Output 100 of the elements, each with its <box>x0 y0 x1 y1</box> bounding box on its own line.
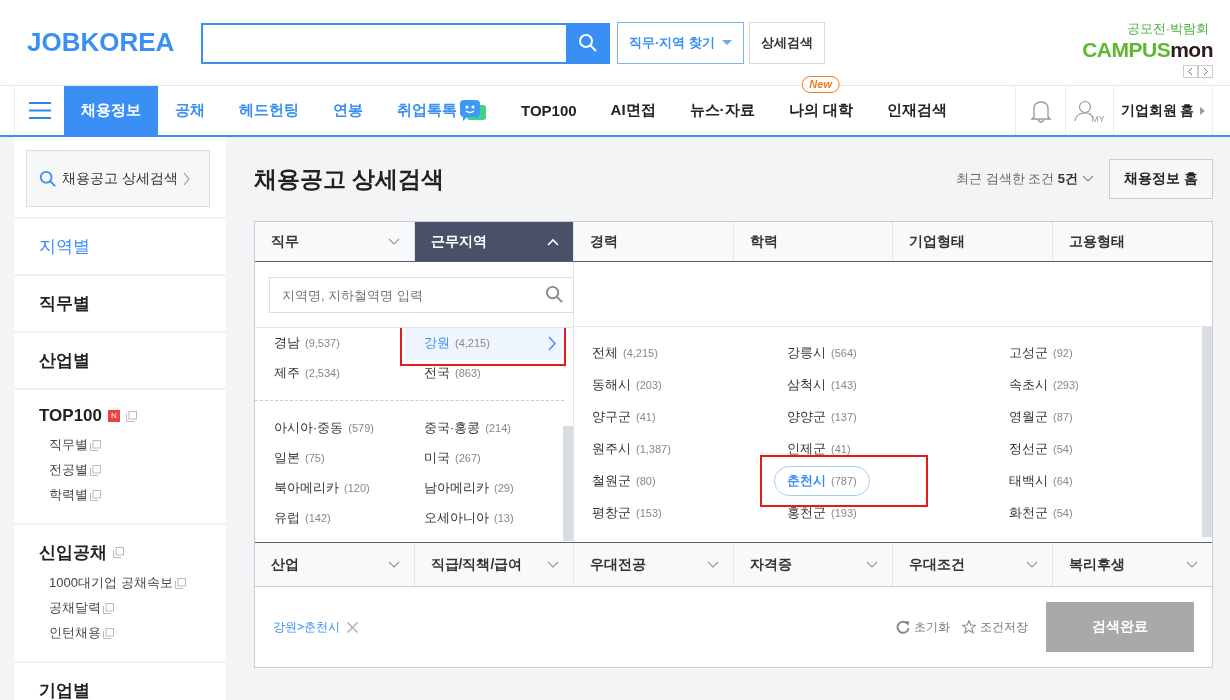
ad-caption: 공모전·박람회 <box>1126 19 1209 38</box>
region-item[interactable]: 일본 (75) <box>255 443 405 473</box>
search-button[interactable] <box>566 22 610 64</box>
region-item[interactable]: 전국 (863) <box>405 358 564 388</box>
chevron-right-icon <box>182 171 190 186</box>
home-button[interactable]: 채용정보 홈 <box>1109 159 1213 199</box>
prev-icon[interactable] <box>1183 64 1198 78</box>
sidebar-link[interactable]: 1000대기업 공채속보 <box>49 574 173 592</box>
recent-searches-dropdown[interactable]: 최근 검색한 조건 5건 <box>955 170 1094 188</box>
sidebar-link[interactable]: 학력별 <box>49 486 88 504</box>
chevron-down-icon <box>547 560 559 569</box>
filter-tab[interactable]: 기업형태 <box>893 222 1053 261</box>
chevron-down-icon <box>1082 175 1094 183</box>
sidebar-item[interactable]: TOP100 <box>39 406 102 426</box>
scrollbar[interactable] <box>563 426 573 541</box>
new-badge: N <box>108 410 120 422</box>
new-window-icon <box>103 602 114 614</box>
city-item[interactable]: 동해시 (203) <box>592 370 662 400</box>
city-item[interactable]: 속초시 (293) <box>1009 370 1079 400</box>
city-item[interactable]: 영월군 (87) <box>1009 402 1073 432</box>
new-window-icon <box>90 489 101 501</box>
new-window-icon <box>174 577 186 589</box>
filter-tab[interactable]: 복리후생 <box>1052 543 1212 586</box>
sidebar-link[interactable]: 전공별 <box>49 461 88 479</box>
chevron-down-icon <box>387 560 400 569</box>
nav-tab[interactable]: 뉴스·자료 <box>672 86 772 135</box>
new-window-icon <box>113 547 124 558</box>
new-window-icon <box>90 439 101 451</box>
close-icon[interactable] <box>347 621 358 633</box>
campus-logo[interactable]: CAMPUSmon <box>1082 37 1213 62</box>
sidebar-item[interactable]: 산업별 <box>39 349 90 372</box>
sidebar-link[interactable]: 공채달력 <box>49 599 101 617</box>
filter-tab[interactable]: 우대조건 <box>893 543 1053 586</box>
filter-tab[interactable]: 직급/직책/급여 <box>414 543 574 586</box>
search-field[interactable] <box>201 22 566 64</box>
region-item[interactable]: 유럽 (142) <box>255 503 405 533</box>
selected-condition: 강원>춘천시 <box>273 618 340 636</box>
city-item[interactable]: 삼척시 (143) <box>787 370 857 400</box>
chevron-down-icon <box>1186 560 1198 569</box>
chevron-down-icon <box>706 560 719 569</box>
city-item[interactable]: 철원군 (80) <box>592 466 656 496</box>
new-window-icon <box>103 627 114 639</box>
corporate-home-link[interactable]: 기업회원 홈 <box>1113 86 1213 135</box>
search-icon <box>578 33 598 53</box>
new-window-icon <box>90 464 101 476</box>
city-item[interactable]: 원주시 (1,387) <box>592 434 671 464</box>
sidebar-item[interactable]: 신입공채 <box>39 541 107 564</box>
city-item[interactable]: 화천군 (54) <box>1009 498 1073 528</box>
menu-icon <box>28 102 51 119</box>
city-item[interactable]: 태백시 (64) <box>1009 466 1073 496</box>
city-item[interactable]: 홍천군 (193) <box>787 498 857 528</box>
region-item[interactable]: 미국 (267) <box>405 443 564 473</box>
filter-tab[interactable]: 근무지역 <box>414 222 574 261</box>
sidebar-link[interactable]: 인턴채용 <box>49 624 101 642</box>
search-icon <box>39 169 57 188</box>
city-item[interactable]: 평창군 (153) <box>592 498 662 528</box>
nav-tab[interactable]: TOP100 <box>504 86 594 135</box>
city-item[interactable]: 양구군 (41) <box>592 402 656 432</box>
search-icon <box>545 285 564 304</box>
region-item[interactable]: 중국·홍콩 (214) <box>405 413 564 443</box>
city-item[interactable]: 정선군 (54) <box>1009 434 1073 464</box>
page-title: 채용공고 상세검색 <box>254 164 446 194</box>
region-item[interactable]: 오세아니아 (13) <box>405 503 564 533</box>
city-item[interactable]: 강릉시 (564) <box>787 338 857 368</box>
sidebar-item[interactable]: 기업별 <box>39 679 90 700</box>
filter-tab[interactable]: 자격증 <box>733 543 893 586</box>
filter-tab[interactable]: 우대전공 <box>574 543 734 586</box>
region-item[interactable]: 아시아·중동 (579) <box>255 413 405 443</box>
detail-search-button[interactable]: 상세검색 <box>748 21 825 64</box>
nav-tab[interactable]: AI면접 <box>593 86 673 135</box>
chevron-right-icon <box>548 335 556 351</box>
star-icon <box>962 620 976 634</box>
city-item[interactable]: 고성군 (92) <box>1009 338 1073 368</box>
region-item[interactable]: 북아메리카 (120) <box>255 473 405 503</box>
next-icon[interactable] <box>1198 64 1213 78</box>
region-item[interactable]: 경남 (9,537) <box>255 328 405 358</box>
filter-tab[interactable]: 산업 <box>255 543 415 586</box>
sidebar-link[interactable]: 직무별 <box>49 436 88 454</box>
refresh-icon <box>896 620 910 634</box>
caret-right-icon <box>1200 106 1206 115</box>
new-window-icon <box>125 410 137 422</box>
city-item[interactable]: 전체 (4,215) <box>592 338 658 368</box>
detail-search-button[interactable]: 채용공고 상세검색 <box>26 150 210 207</box>
filter-tab[interactable]: 경력 <box>574 222 734 261</box>
filter-tab[interactable]: 직무 <box>255 222 415 261</box>
chevron-down-icon <box>1025 560 1038 569</box>
region-search-field[interactable]: 지역명, 지하철역명 입력 <box>269 277 574 313</box>
filter-tab[interactable]: 고용형태 <box>1052 222 1212 261</box>
sidebar-item[interactable]: 직무별 <box>39 292 90 315</box>
region-item[interactable]: 제주 (2,534) <box>255 358 405 388</box>
scrollbar[interactable] <box>1202 327 1212 537</box>
city-item[interactable]: 인제군 (41) <box>787 434 851 464</box>
filter-tab[interactable]: 학력 <box>733 222 893 261</box>
nav-tab[interactable]: 인재검색 <box>869 86 964 135</box>
region-item[interactable]: 남아메리카 (29) <box>405 473 564 503</box>
save-conditions-button[interactable]: 조건저장 <box>962 618 1028 636</box>
new-badge: New <box>801 76 840 93</box>
city-item[interactable]: 양양군 (137) <box>787 402 857 432</box>
reset-button[interactable]: 초기화 <box>896 618 950 636</box>
caret-icon <box>721 39 732 46</box>
